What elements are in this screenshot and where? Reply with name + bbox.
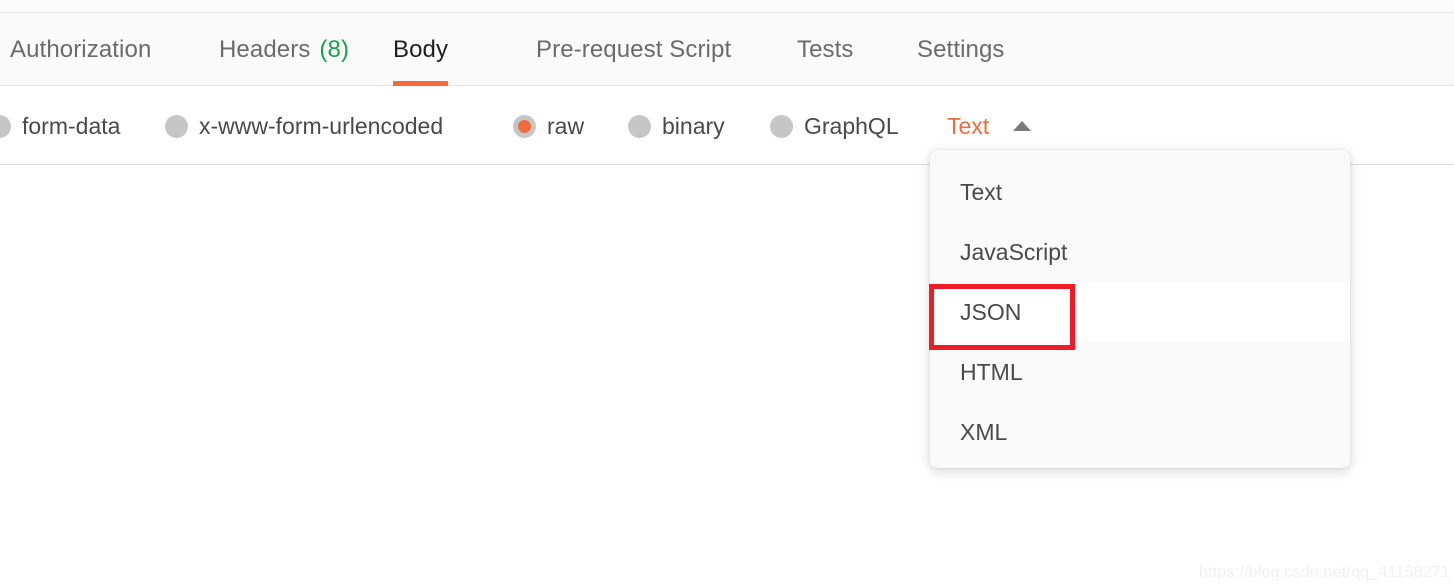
language-dropdown-menu: Text JavaScript JSON HTML XML: [930, 150, 1350, 468]
radio-binary-label: binary: [662, 112, 725, 139]
dropdown-item-html[interactable]: HTML: [930, 342, 1350, 402]
radio-x-www-form-urlencoded[interactable]: x-www-form-urlencoded: [165, 87, 443, 165]
radio-binary-icon: [628, 114, 651, 138]
radio-graphql[interactable]: GraphQL: [770, 87, 899, 165]
radio-raw-label: raw: [547, 112, 585, 139]
dropdown-item-xml[interactable]: XML: [930, 402, 1350, 462]
top-strip: [0, 0, 1454, 13]
tab-settings-label: Settings: [917, 36, 1005, 63]
radio-x-www-form-urlencoded-label: x-www-form-urlencoded: [199, 112, 444, 139]
tab-authorization[interactable]: Authorization: [10, 14, 151, 86]
dropdown-item-javascript[interactable]: JavaScript: [930, 222, 1350, 282]
radio-form-data-label: form-data: [22, 112, 121, 139]
tab-authorization-label: Authorization: [10, 36, 152, 63]
postman-request-body-pane: Authorization Headers (8) Body Pre-reque…: [0, 0, 1454, 588]
tab-body-label: Body: [393, 36, 449, 63]
dropdown-item-xml-label: XML: [960, 418, 1008, 445]
dropdown-item-javascript-label: JavaScript: [960, 238, 1068, 265]
dropdown-item-html-label: HTML: [960, 358, 1023, 385]
watermark: https://blog.csdn.net/qq_41158271: [1199, 564, 1450, 581]
tab-tests-label: Tests: [797, 36, 854, 63]
tab-headers[interactable]: Headers (8): [219, 14, 349, 86]
tab-headers-label: Headers: [219, 36, 311, 63]
dropdown-item-text[interactable]: Text: [930, 162, 1350, 222]
radio-form-data-icon: [0, 114, 11, 138]
tab-pre-request-script[interactable]: Pre-request Script: [536, 14, 731, 86]
radio-raw[interactable]: raw: [513, 87, 584, 165]
radio-binary[interactable]: binary: [628, 87, 725, 165]
tab-headers-count: (8): [319, 36, 350, 63]
language-selector-value: Text: [947, 112, 990, 139]
chevron-up-icon: [1013, 121, 1032, 131]
tab-settings[interactable]: Settings: [917, 14, 1005, 86]
tab-tests[interactable]: Tests: [797, 14, 854, 86]
radio-graphql-icon: [770, 114, 793, 138]
dropdown-item-text-label: Text: [960, 178, 1003, 205]
radio-x-www-form-urlencoded-icon: [165, 114, 188, 138]
tab-pre-request-script-label: Pre-request Script: [536, 36, 732, 63]
tab-active-underline: [393, 81, 449, 86]
tab-body[interactable]: Body: [393, 14, 449, 86]
radio-form-data[interactable]: form-data: [0, 87, 120, 165]
request-tab-bar: Authorization Headers (8) Body Pre-reque…: [0, 14, 1454, 86]
dropdown-item-json-label: JSON: [960, 298, 1022, 325]
radio-raw-icon-selected: [513, 114, 536, 138]
radio-graphql-label: GraphQL: [804, 112, 899, 139]
dropdown-item-json[interactable]: JSON: [930, 282, 1350, 342]
